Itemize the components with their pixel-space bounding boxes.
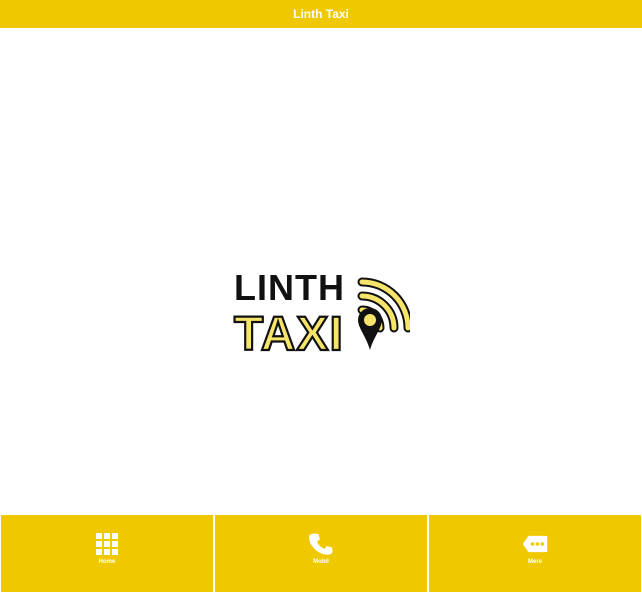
tab-mere[interactable]: Mere: [429, 515, 641, 592]
logo-line1: LINTH: [234, 267, 345, 308]
tab-mere-label: Mere: [527, 559, 542, 565]
more-tag-icon: [522, 535, 548, 553]
tab-home-label: Home: [98, 559, 116, 565]
page-title: Linth Taxi: [293, 7, 349, 21]
main-content: LINTH TAXI: [0, 28, 642, 514]
grid-icon: [96, 533, 118, 555]
tab-mobil[interactable]: Mobil: [215, 515, 427, 592]
map-pin-icon: [358, 308, 382, 350]
logo-line2: TAXI: [234, 308, 344, 354]
linth-taxi-logo: LINTH TAXI: [232, 266, 410, 354]
tab-home[interactable]: Home: [1, 515, 213, 592]
phone-icon: [309, 533, 333, 555]
app-header: Linth Taxi: [0, 0, 642, 28]
bottom-tab-bar: Home Mobil Mere: [0, 514, 642, 592]
tab-mobil-label: Mobil: [313, 559, 329, 565]
